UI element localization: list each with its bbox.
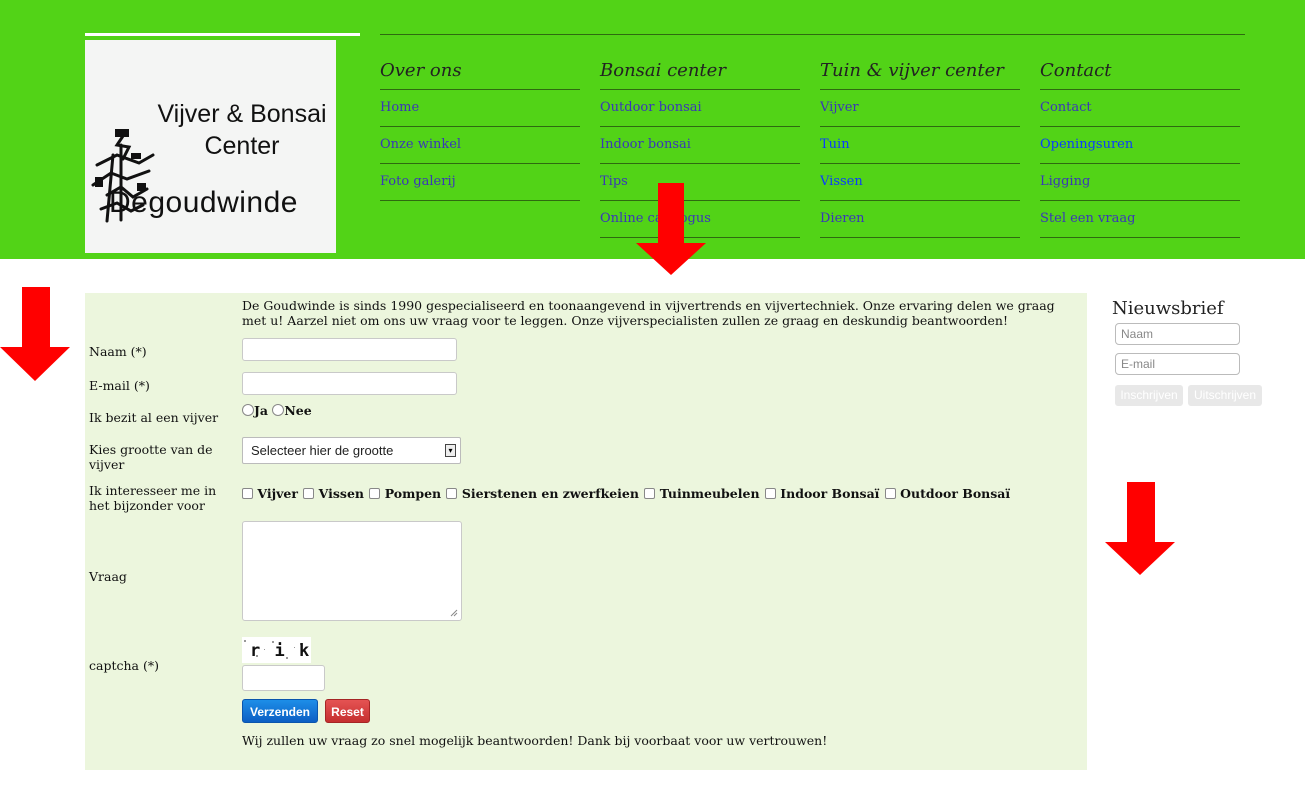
red-arrow-down-icon [1105, 482, 1175, 575]
captcha-input[interactable] [242, 665, 325, 691]
pond-size-select[interactable]: Selecteer hier de grootte ▾ [242, 437, 461, 464]
interest-vijver-label: Vijver [257, 486, 298, 501]
newsletter-subscribe-button[interactable]: Inschrijven [1115, 385, 1183, 406]
nav-column-over-ons: Over ons Home Onze winkel Foto galerij [380, 56, 580, 201]
nav-link-indoor-bonsai[interactable]: Indoor bonsai [600, 127, 800, 164]
interest-pompen-label: Pompen [384, 486, 442, 501]
email-label: E-mail (*) [89, 378, 150, 393]
interest-vissen-label: Vissen [318, 486, 364, 501]
captcha-noise: r i kr [244, 640, 311, 661]
nav-link-tuin[interactable]: Tuin [820, 127, 1020, 164]
red-arrow-down-icon [636, 183, 706, 275]
email-input[interactable] [242, 372, 457, 395]
captcha-text: r i kr [250, 641, 311, 661]
newsletter-name-input[interactable]: Naam [1115, 323, 1240, 345]
nav-link-outdoor-bonsai[interactable]: Outdoor bonsai [600, 90, 800, 127]
logo-text-line2: Center [204, 132, 280, 160]
captcha-image: r i kr [242, 637, 311, 663]
interest-indoor-bonsai-checkbox[interactable] [764, 488, 776, 499]
form-intro-text: De Goudwinde is sinds 1990 gespecialisee… [242, 298, 1055, 328]
nav-column-contact: Contact Contact Openingsuren Ligging Ste… [1040, 56, 1240, 238]
reset-button[interactable]: Reset [325, 699, 370, 723]
nav-link-ligging[interactable]: Ligging [1040, 164, 1240, 201]
resize-grip-icon[interactable] [449, 608, 458, 617]
interest-indoor-bonsai-label: Indoor Bonsaï [780, 486, 880, 501]
nav-heading-contact: Contact [1040, 56, 1240, 90]
newsletter-unsubscribe-button[interactable]: Uitschrijven [1188, 385, 1262, 406]
nav-link-vijver[interactable]: Vijver [820, 90, 1020, 127]
name-label: Naam (*) [89, 344, 147, 359]
interest-sierstenen-label: Sierstenen en zwerfkeien [461, 486, 639, 501]
captcha-label: captcha (*) [89, 658, 159, 673]
form-outro-text: Wij zullen uw vraag zo snel mogelijk bea… [242, 733, 828, 748]
interest-sierstenen-checkbox[interactable] [446, 488, 458, 499]
pond-size-selected-value: Selecteer hier de grootte [251, 443, 394, 458]
pond-no-radio[interactable] [272, 404, 285, 416]
red-arrow-down-icon [0, 287, 70, 381]
interest-outdoor-bonsai-checkbox[interactable] [884, 488, 896, 499]
logo-text-line3: Degoudwinde [109, 186, 298, 219]
name-input[interactable] [242, 338, 457, 361]
pond-owner-radio-group: Ja Nee [242, 403, 312, 418]
pond-owner-label: Ik bezit al een vijver [89, 410, 219, 425]
logo-text-line1: Vijver & Bonsai [157, 100, 327, 128]
nav-link-onze-winkel[interactable]: Onze winkel [380, 127, 580, 164]
interests-checkbox-group: Vijver Vissen Pompen Sierstenen en zwerf… [242, 486, 1011, 501]
interest-tuinmeubelen-label: Tuinmeubelen [659, 486, 760, 501]
pond-no-label: Nee [284, 403, 312, 418]
nav-heading-over-ons: Over ons [380, 56, 580, 90]
question-label: Vraag [89, 569, 127, 584]
chevron-down-icon: ▾ [445, 444, 456, 457]
submit-button[interactable]: Verzenden [242, 699, 318, 723]
logo-divider [85, 33, 360, 36]
nav-link-stel-een-vraag[interactable]: Stel een vraag [1040, 201, 1240, 238]
nav-column-tuin-vijver-center: Tuin & vijver center Vijver Tuin Vissen … [820, 56, 1020, 238]
pond-yes-radio[interactable] [242, 404, 254, 416]
nav-heading-bonsai-center: Bonsai center [600, 56, 800, 90]
interest-vijver-checkbox[interactable] [242, 488, 253, 499]
site-logo[interactable]: Vijver & Bonsai Center Degoudwinde [85, 40, 336, 253]
interests-label: Ik interesseer me in het bijzonder voor [89, 483, 217, 513]
nav-link-home[interactable]: Home [380, 90, 580, 127]
nav-heading-tuin-vijver-center: Tuin & vijver center [820, 56, 1020, 90]
pond-size-label: Kies grootte van de vijver [89, 442, 213, 472]
interest-tuinmeubelen-checkbox[interactable] [644, 488, 656, 499]
nav-link-contact[interactable]: Contact [1040, 90, 1240, 127]
contact-form: De Goudwinde is sinds 1990 gespecialisee… [85, 293, 1087, 770]
question-textarea[interactable] [242, 521, 462, 621]
nav-link-foto-galerij[interactable]: Foto galerij [380, 164, 580, 201]
interest-pompen-checkbox[interactable] [369, 488, 381, 499]
interest-outdoor-bonsai-label: Outdoor Bonsaï [900, 486, 1011, 501]
nav-link-dieren[interactable]: Dieren [820, 201, 1020, 238]
interest-vissen-checkbox[interactable] [303, 488, 315, 499]
nav-link-openingsuren[interactable]: Openingsuren [1040, 127, 1240, 164]
nav-link-vissen[interactable]: Vissen [820, 164, 1020, 201]
nav-divider [380, 34, 1245, 35]
pond-yes-label: Ja [254, 403, 269, 418]
newsletter-title: Nieuwsbrief [1112, 298, 1224, 319]
newsletter-email-input[interactable]: E-mail [1115, 353, 1240, 375]
